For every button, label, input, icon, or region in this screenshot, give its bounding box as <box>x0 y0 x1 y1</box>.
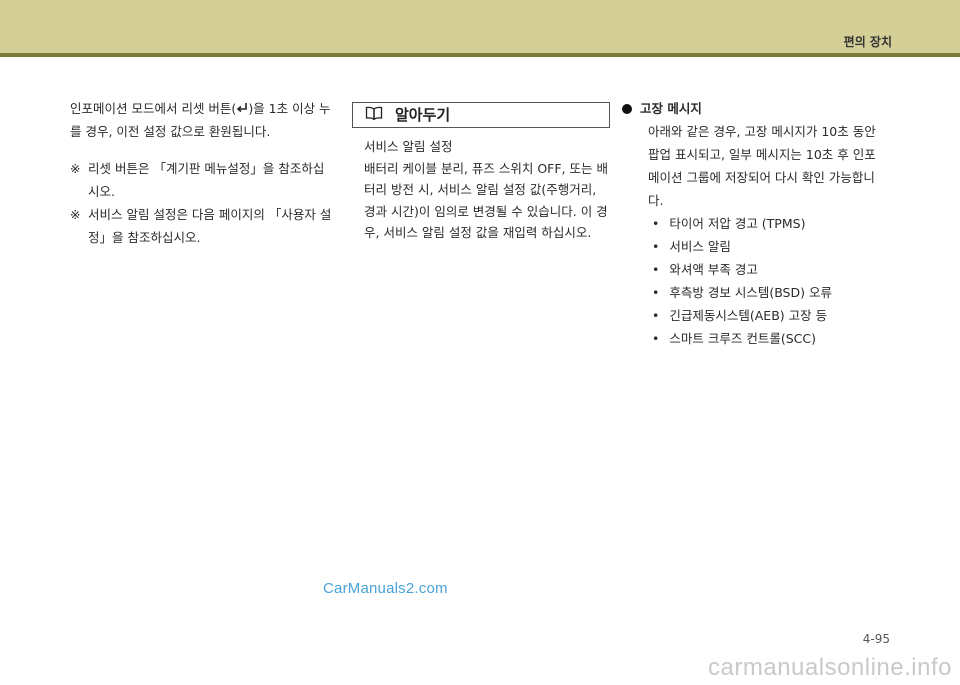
intro-text-before: 인포메이션 모드에서 리셋 버튼( <box>70 101 237 116</box>
note-mark: ※ <box>70 161 81 176</box>
tip-heading: 서비스 알림 설정 <box>364 139 453 154</box>
note-text: 서비스 알림 설정은 다음 페이지의 「사용자 설정」을 참조하십시오. <box>88 207 332 245</box>
list-item: 스마트 크루즈 컨트롤(SCC) <box>652 327 884 350</box>
fault-list: 타이어 저압 경고 (TPMS) 서비스 알림 와셔액 부족 경고 후측방 경보… <box>622 212 884 350</box>
fault-description: 아래와 같은 경우, 고장 메시지가 10초 동안 팝업 표시되고, 일부 메시… <box>648 124 876 208</box>
footer-watermark: carmanualsonline.info <box>708 654 952 681</box>
note-item: ※ 리셋 버튼은 「계기판 메뉴설정」을 참조하십시오. <box>70 157 332 203</box>
fault-message-heading: 고장 메시지 <box>622 97 884 120</box>
left-column: 인포메이션 모드에서 리셋 버튼()을 1초 이상 누를 경우, 이전 설정 값… <box>70 97 332 249</box>
tip-text: 배터리 케이블 분리, 퓨즈 스위치 OFF, 또는 배터리 방전 시, 서비스… <box>364 160 608 241</box>
section-title: 편의 장치 <box>843 35 892 49</box>
bullet-dot-icon <box>622 103 632 114</box>
list-item: 서비스 알림 <box>652 235 884 258</box>
heading-text: 고장 메시지 <box>640 101 702 116</box>
header-divider <box>0 53 960 57</box>
tip-body: 서비스 알림 설정 배터리 케이블 분리, 퓨즈 스위치 OFF, 또는 배터리… <box>352 136 610 244</box>
tip-column: 알아두기 서비스 알림 설정 배터리 케이블 분리, 퓨즈 스위치 OFF, 또… <box>352 102 610 244</box>
list-item: 타이어 저압 경고 (TPMS) <box>652 212 884 235</box>
open-book-icon <box>365 104 383 127</box>
list-item: 긴급제동시스템(AEB) 고장 등 <box>652 304 884 327</box>
site-watermark: CarManuals2.com <box>323 580 448 597</box>
note-mark: ※ <box>70 207 81 222</box>
tip-header: 알아두기 <box>352 102 610 128</box>
list-item: 와셔액 부족 경고 <box>652 258 884 281</box>
note-text: 리셋 버튼은 「계기판 메뉴설정」을 참조하십시오. <box>88 161 325 199</box>
tip-title: 알아두기 <box>395 105 451 124</box>
return-key-icon <box>236 98 248 113</box>
note-item: ※ 서비스 알림 설정은 다음 페이지의 「사용자 설정」을 참조하십시오. <box>70 203 332 249</box>
right-column: 고장 메시지 아래와 같은 경우, 고장 메시지가 10초 동안 팝업 표시되고… <box>622 97 884 350</box>
list-item: 후측방 경보 시스템(BSD) 오류 <box>652 281 884 304</box>
header-band <box>0 0 960 53</box>
intro-paragraph: 인포메이션 모드에서 리셋 버튼()을 1초 이상 누를 경우, 이전 설정 값… <box>70 97 332 143</box>
page-number: 4-95 <box>862 632 890 646</box>
